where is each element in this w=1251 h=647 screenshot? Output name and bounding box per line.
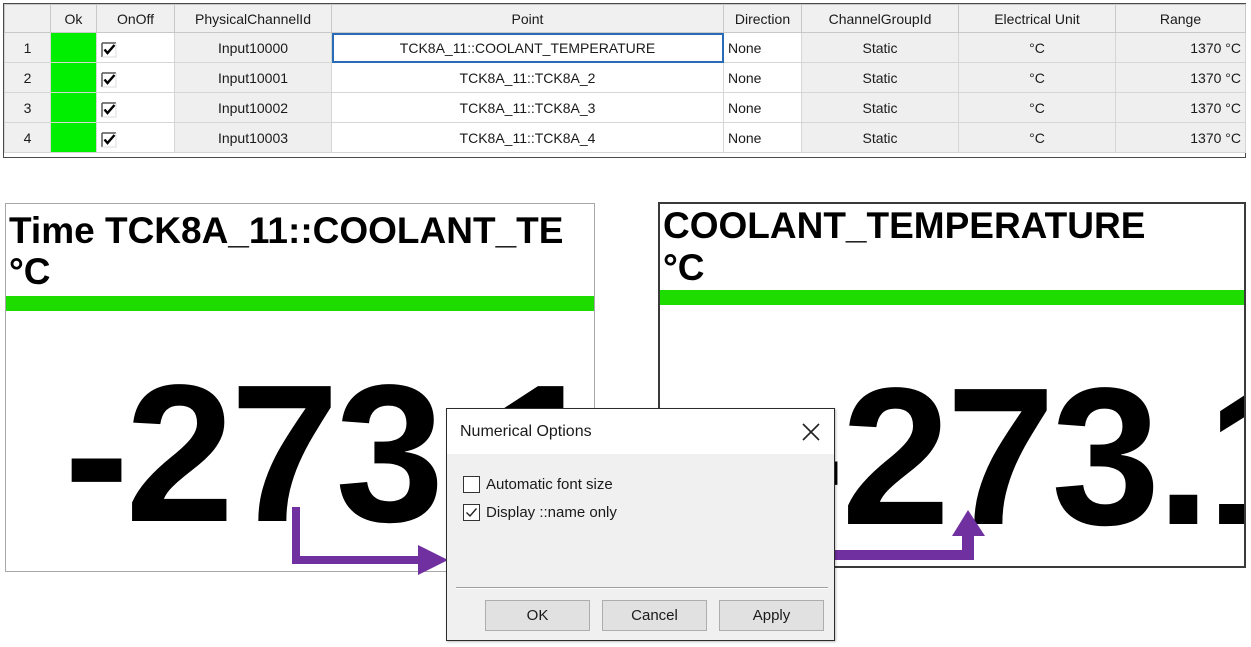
dialog-titlebar[interactable]: Numerical Options [447, 409, 834, 454]
ok-button[interactable]: OK [485, 600, 590, 631]
channel-table: Ok OnOff PhysicalChannelId Point Directi… [3, 3, 1246, 158]
range-cell[interactable]: 1370 °C [1115, 122, 1246, 153]
display-name-only-checkbox[interactable]: Display ::name only [463, 504, 617, 521]
direction-cell[interactable]: None [723, 122, 802, 153]
physical-channel-id-cell[interactable]: Input10000 [174, 32, 332, 63]
numerical-options-dialog: Numerical Options Automatic font size Di… [446, 408, 835, 641]
ok-status-cell [50, 92, 97, 123]
physical-channel-id-cell[interactable]: Input10002 [174, 92, 332, 123]
panel-unit: °C [663, 247, 705, 288]
checkmark-icon [466, 508, 478, 518]
checkbox-checked-icon[interactable] [101, 101, 117, 118]
electrical-unit-cell[interactable]: °C [958, 32, 1116, 63]
close-button[interactable] [796, 417, 826, 447]
onoff-checkbox[interactable] [96, 92, 175, 123]
column-header-electrical-unit[interactable]: Electrical Unit [958, 4, 1116, 33]
table-row[interactable]: 2 Input10001 TCK8A_11::TCK8A_2 None Static °C… [4, 62, 1246, 93]
separator [456, 587, 828, 589]
status-bar [6, 296, 594, 311]
range-cell[interactable]: 1370 °C [1115, 92, 1246, 123]
onoff-checkbox[interactable] [96, 62, 175, 93]
range-cell[interactable]: 1370 °C [1115, 62, 1246, 93]
panel-title: Time TCK8A_11::COOLANT_TE [9, 210, 564, 251]
point-cell[interactable]: TCK8A_11::TCK8A_3 [331, 92, 724, 123]
column-header-range[interactable]: Range [1115, 4, 1246, 33]
panel-title: COOLANT_TEMPERATURE [663, 205, 1146, 246]
dialog-title: Numerical Options [460, 423, 592, 440]
column-header-onoff[interactable]: OnOff [96, 4, 175, 33]
close-icon [802, 423, 820, 441]
checkbox-label: Automatic font size [486, 476, 613, 493]
channel-group-id-cell[interactable]: Static [801, 122, 959, 153]
channel-group-id-cell[interactable]: Static [801, 92, 959, 123]
direction-cell[interactable]: None [723, 62, 802, 93]
checkbox-box[interactable] [463, 476, 480, 493]
automatic-font-size-checkbox[interactable]: Automatic font size [463, 476, 613, 493]
column-header-channel-group-id[interactable]: ChannelGroupId [801, 4, 959, 33]
panel-unit: °C [9, 251, 51, 292]
row-number[interactable]: 3 [4, 92, 51, 123]
column-header-physical-channel-id[interactable]: PhysicalChannelId [174, 4, 332, 33]
row-number[interactable]: 1 [4, 32, 51, 63]
range-cell[interactable]: 1370 °C [1115, 32, 1246, 63]
column-header-ok[interactable]: Ok [50, 4, 97, 33]
table-row[interactable]: 4 Input10003 TCK8A_11::TCK8A_4 None Static °C… [4, 122, 1246, 153]
table-row[interactable]: 1 Input10000 TCK8A_11::COOLANT_TEMPERATURE… [4, 32, 1246, 63]
column-header-point[interactable]: Point [331, 4, 724, 33]
table-header-row: Ok OnOff PhysicalChannelId Point Directi… [4, 4, 1246, 33]
checkbox-checked-icon[interactable] [101, 131, 117, 148]
row-number[interactable]: 2 [4, 62, 51, 93]
column-header-direction[interactable]: Direction [723, 4, 802, 33]
checkbox-label: Display ::name only [486, 504, 617, 521]
physical-channel-id-cell[interactable]: Input10003 [174, 122, 332, 153]
onoff-checkbox[interactable] [96, 122, 175, 153]
physical-channel-id-cell[interactable]: Input10001 [174, 62, 332, 93]
electrical-unit-cell[interactable]: °C [958, 62, 1116, 93]
point-cell[interactable]: TCK8A_11::TCK8A_2 [331, 62, 724, 93]
onoff-checkbox[interactable] [96, 32, 175, 63]
checkbox-checked-icon[interactable] [101, 71, 117, 88]
point-cell[interactable]: TCK8A_11::COOLANT_TEMPERATURE [331, 32, 724, 63]
checkbox-box[interactable] [463, 504, 480, 521]
ok-status-cell [50, 32, 97, 63]
column-header-rownum[interactable] [4, 4, 51, 33]
direction-cell[interactable]: None [723, 92, 802, 123]
checkbox-checked-icon[interactable] [101, 41, 117, 58]
ok-status-cell [50, 122, 97, 153]
cancel-button[interactable]: Cancel [602, 600, 707, 631]
electrical-unit-cell[interactable]: °C [958, 122, 1116, 153]
channel-group-id-cell[interactable]: Static [801, 32, 959, 63]
direction-cell[interactable]: None [723, 32, 802, 63]
electrical-unit-cell[interactable]: °C [958, 92, 1116, 123]
panel-value: -273.1 [780, 347, 1244, 566]
table-row[interactable]: 3 Input10002 TCK8A_11::TCK8A_3 None Static °C… [4, 92, 1246, 123]
row-number[interactable]: 4 [4, 122, 51, 153]
channel-group-id-cell[interactable]: Static [801, 62, 959, 93]
point-cell[interactable]: TCK8A_11::TCK8A_4 [331, 122, 724, 153]
apply-button[interactable]: Apply [719, 600, 824, 631]
status-bar [660, 290, 1244, 305]
ok-status-cell [50, 62, 97, 93]
